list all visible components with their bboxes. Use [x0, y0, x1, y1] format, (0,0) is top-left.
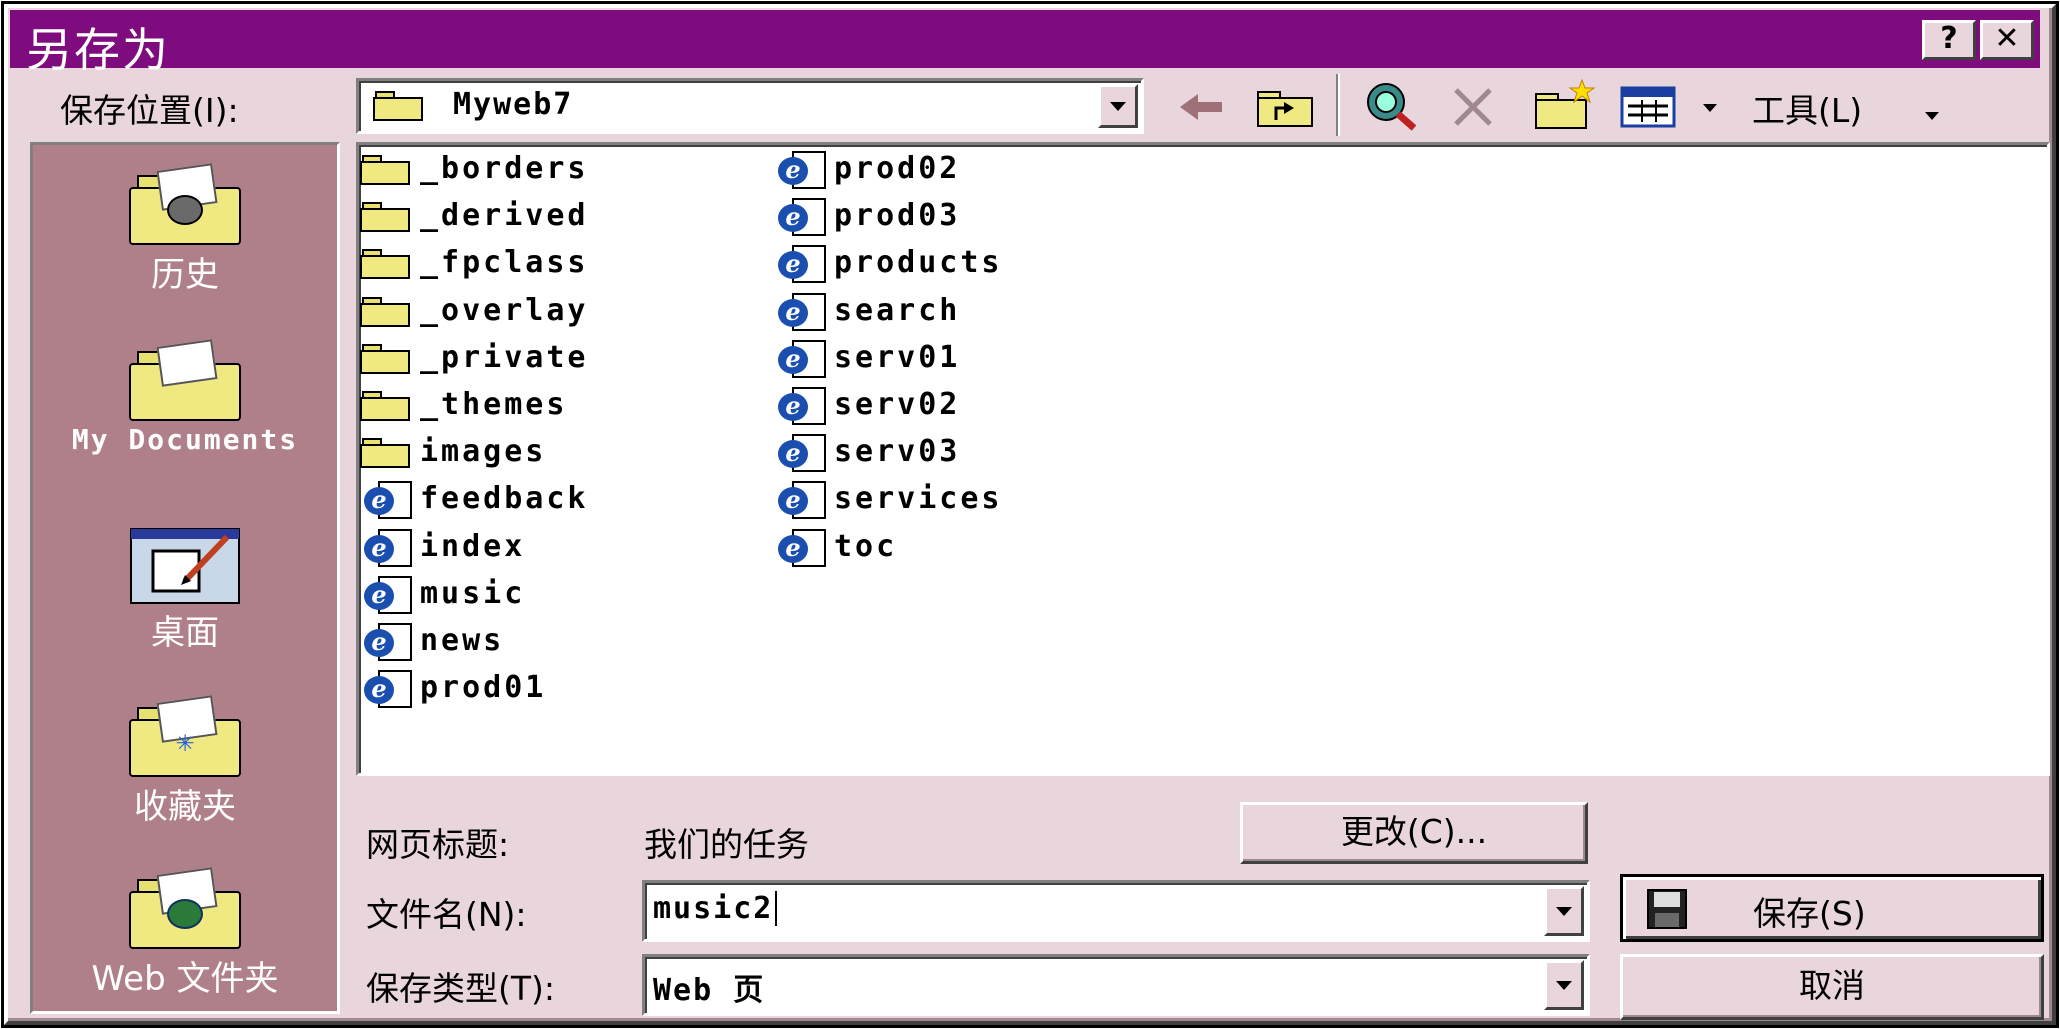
web-folders-icon	[129, 867, 241, 951]
save-type-value: Web 页	[653, 973, 766, 1008]
views-icon[interactable]	[1620, 86, 1676, 128]
html-document-icon: e	[364, 528, 416, 567]
file-name: prod01	[420, 670, 547, 706]
file-name: _overlay	[420, 292, 589, 328]
change-title-button[interactable]: 更改(C)...	[1240, 802, 1588, 864]
title-bar: 另存为 ? ✕	[10, 10, 2040, 77]
html-document-icon: e	[778, 387, 830, 425]
file-name-input[interactable]: music2	[642, 880, 1590, 942]
history-folder-icon	[129, 163, 241, 247]
file-name: index	[420, 528, 526, 564]
places-bar: 历史 My Documents 桌面 ✳ 收藏夹 Web 文件夹	[30, 142, 340, 1014]
page-title-value: 我们的任务	[644, 825, 809, 864]
file-name: serv02	[834, 387, 961, 422]
place-history[interactable]: 历史	[33, 163, 337, 296]
desktop-icon	[129, 525, 241, 605]
floppy-disk-icon	[1647, 889, 1687, 929]
delete-icon[interactable]	[1450, 84, 1496, 130]
place-favorites[interactable]: ✳ 收藏夹	[33, 695, 337, 828]
file-name: toc	[834, 528, 898, 564]
tools-menu-button[interactable]: 工具(L)	[1752, 84, 1862, 132]
file-name: serv01	[834, 339, 961, 375]
file-name: prod03	[834, 198, 961, 234]
place-desktop[interactable]: 桌面	[33, 525, 337, 654]
folder-icon	[360, 438, 410, 469]
up-folder-icon[interactable]	[1254, 82, 1316, 130]
save-button-label: 保存(S)	[1753, 894, 1866, 933]
place-my-documents[interactable]: My Documents	[33, 339, 337, 456]
file-name: search	[834, 292, 961, 328]
place-web-folders[interactable]: Web 文件夹	[33, 867, 337, 1000]
save-type-combo[interactable]: Web 页	[642, 954, 1590, 1016]
file-name: _private	[420, 339, 589, 375]
file-name: news	[420, 623, 505, 658]
folder-icon	[373, 91, 423, 121]
file-name: images	[420, 434, 547, 470]
close-button[interactable]: ✕	[1980, 20, 2034, 60]
file-name: feedback	[420, 481, 589, 517]
save-location-value: Myweb7	[453, 87, 574, 122]
new-folder-icon[interactable]	[1532, 78, 1598, 132]
html-document-icon: e	[778, 198, 830, 237]
folder-icon	[360, 391, 410, 421]
file-name-dropdown-button[interactable]	[1544, 886, 1584, 936]
html-document-icon: e	[364, 623, 416, 661]
cancel-button[interactable]: 取消	[1620, 954, 2044, 1020]
folder-icon	[360, 343, 410, 374]
file-name-label: 文件名(N):	[366, 895, 527, 934]
html-document-icon: e	[778, 434, 830, 473]
save-button[interactable]: 保存(S)	[1620, 874, 2044, 942]
save-type-dropdown-button[interactable]	[1544, 960, 1584, 1010]
file-name: _themes	[420, 387, 568, 422]
html-document-icon: e	[778, 245, 830, 284]
save-location-label: 保存位置(I):	[60, 91, 239, 130]
file-name: serv03	[834, 434, 961, 470]
folder-icon	[360, 296, 410, 327]
save-location-combo[interactable]: Myweb7	[356, 78, 1144, 134]
folder-icon	[360, 155, 410, 185]
tools-dropdown-icon[interactable]	[1922, 108, 1942, 122]
save-type-label: 保存类型(T):	[366, 969, 556, 1008]
html-document-icon: e	[778, 151, 830, 189]
html-document-icon: e	[778, 292, 830, 331]
file-name: prod02	[834, 151, 961, 186]
help-button[interactable]: ?	[1922, 20, 1976, 60]
html-document-icon: e	[778, 528, 830, 567]
html-document-icon: e	[364, 575, 416, 614]
folder-icon	[360, 249, 410, 280]
page-title-label: 网页标题:	[366, 825, 510, 864]
html-document-icon: e	[778, 339, 830, 378]
my-documents-folder-icon	[129, 339, 241, 423]
file-list-items: _borders _derived _fpclass _overlay _private…	[360, 148, 2040, 776]
views-dropdown-icon[interactable]	[1700, 100, 1720, 114]
file-name: music	[420, 575, 526, 611]
file-name: _derived	[420, 198, 589, 234]
back-arrow-icon[interactable]	[1176, 86, 1228, 128]
html-document-icon: e	[778, 481, 830, 520]
html-document-icon: e	[364, 670, 416, 709]
toolbar-separator	[1336, 74, 1340, 136]
file-name-value: music2	[653, 891, 778, 926]
favorites-folder-icon: ✳	[129, 695, 241, 779]
save-location-dropdown-button[interactable]	[1098, 84, 1138, 128]
file-name: _borders	[420, 151, 589, 186]
file-name: products	[834, 245, 1003, 281]
folder-icon	[360, 202, 410, 233]
file-name: _fpclass	[420, 245, 589, 281]
window-title: 另存为	[26, 23, 170, 77]
search-web-icon[interactable]	[1362, 80, 1424, 132]
file-name: services	[834, 481, 1003, 517]
html-document-icon: e	[364, 481, 416, 520]
